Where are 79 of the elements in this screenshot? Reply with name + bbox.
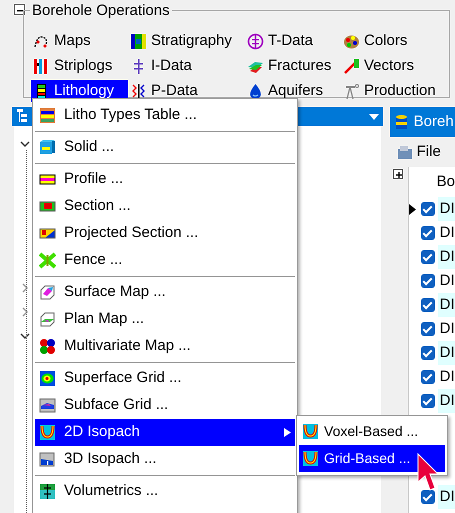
checkbox[interactable] (420, 370, 435, 384)
derrick-icon (343, 82, 360, 100)
checkbox[interactable] (420, 322, 435, 336)
checkbox[interactable] (420, 298, 435, 312)
striplog-icon (33, 58, 50, 74)
toolbar-button[interactable]: Maps (31, 30, 128, 52)
toolbar-button[interactable]: P-Data (128, 80, 245, 102)
toolbar-button[interactable]: Striplogs (31, 55, 128, 77)
checkbox[interactable] (420, 202, 435, 216)
menu-item[interactable]: Volumetrics ... (35, 478, 295, 505)
menu-item[interactable]: Plan Map ... (35, 306, 295, 333)
collapse-icon[interactable] (14, 4, 25, 15)
vector-icon (343, 58, 360, 74)
table-cell-text: DI (440, 222, 455, 243)
menu-item[interactable]: 3D Isopach ... (35, 446, 295, 473)
toolbar-button[interactable]: T-Data (245, 30, 341, 52)
multivariate-map-icon (39, 338, 56, 355)
panel-title: Boreh (414, 112, 454, 132)
menu-item[interactable]: Subface Grid ... (35, 392, 295, 419)
menu-item[interactable]: Fence ... (35, 247, 295, 274)
toolbar-button[interactable]: Vectors (341, 55, 441, 77)
checkbox[interactable] (420, 226, 435, 240)
checkbox[interactable] (420, 490, 435, 504)
menu-item[interactable]: Projected Section ... (35, 220, 295, 247)
menu-item[interactable]: Voxel-Based ... (299, 418, 445, 445)
toolbar-button[interactable]: Production (341, 80, 441, 102)
checkbox[interactable] (420, 346, 435, 360)
folder-icon (396, 144, 413, 160)
plan-map-icon (39, 311, 56, 328)
menu-item[interactable]: Litho Types Table ... (35, 102, 295, 129)
volumetrics-icon (39, 483, 56, 500)
isopach-3d-icon (39, 451, 56, 468)
group-title: Borehole Operations (30, 2, 172, 19)
expand-chevron-icon[interactable] (20, 283, 30, 293)
isopach-icon (302, 450, 319, 467)
table-cell-text: DI (440, 270, 455, 291)
p-data-icon (130, 82, 147, 100)
t-data-icon (247, 32, 264, 50)
toolbar-button[interactable]: Fractures (245, 55, 341, 77)
collapse-chevron-icon[interactable] (20, 331, 30, 341)
water-drop-icon (247, 82, 264, 100)
toolbar-button[interactable]: I-Data (128, 55, 245, 77)
isopach-icon (39, 424, 56, 441)
menu-item[interactable]: Solid ... (35, 134, 295, 161)
table-cell-text: DI (440, 486, 455, 507)
subface-grid-icon (39, 397, 56, 414)
table-icon (39, 107, 56, 124)
menu-item[interactable]: Profile ... (35, 166, 295, 193)
toolbar-button[interactable]: Colors (341, 30, 441, 52)
table-cell-text: DI (440, 198, 455, 219)
menu-item[interactable]: Surface Map ... (35, 279, 295, 306)
column-header[interactable]: Bo (436, 170, 455, 194)
table-cell-text: DI (440, 294, 455, 315)
isopach-icon (302, 423, 319, 440)
table-cell-text: DI (440, 366, 455, 387)
checkbox[interactable] (420, 394, 435, 408)
file-menu-button[interactable]: File (396, 140, 441, 164)
table-cell-text: DI (440, 318, 455, 339)
menu-item[interactable]: Superface Grid ... (35, 365, 295, 392)
palette-icon (343, 32, 360, 50)
surface-map-icon (39, 284, 56, 301)
checkbox[interactable] (420, 274, 435, 288)
strata-icon (130, 32, 147, 50)
menu-item[interactable]: 2D Isopach (35, 419, 295, 446)
table-cell-text: DI (440, 246, 455, 267)
collapse-chevron-icon[interactable] (20, 139, 30, 149)
checkbox[interactable] (420, 250, 435, 264)
cube-icon (39, 139, 56, 156)
menu-item[interactable]: Grid-Based ... (299, 445, 445, 472)
fence-icon (39, 252, 56, 269)
expand-chevron-icon[interactable] (20, 307, 30, 317)
table-cell-text: DI (440, 342, 455, 363)
menu-item[interactable]: Multivariate Map ... (35, 333, 295, 360)
expand-icon[interactable] (392, 169, 403, 179)
dropdown-icon[interactable] (368, 114, 379, 120)
contour-grid-icon (39, 370, 56, 387)
menu-item[interactable]: Section ... (35, 193, 295, 220)
toolbar-button[interactable]: Stratigraphy (128, 30, 245, 52)
table-cell-text: DI (440, 390, 455, 411)
